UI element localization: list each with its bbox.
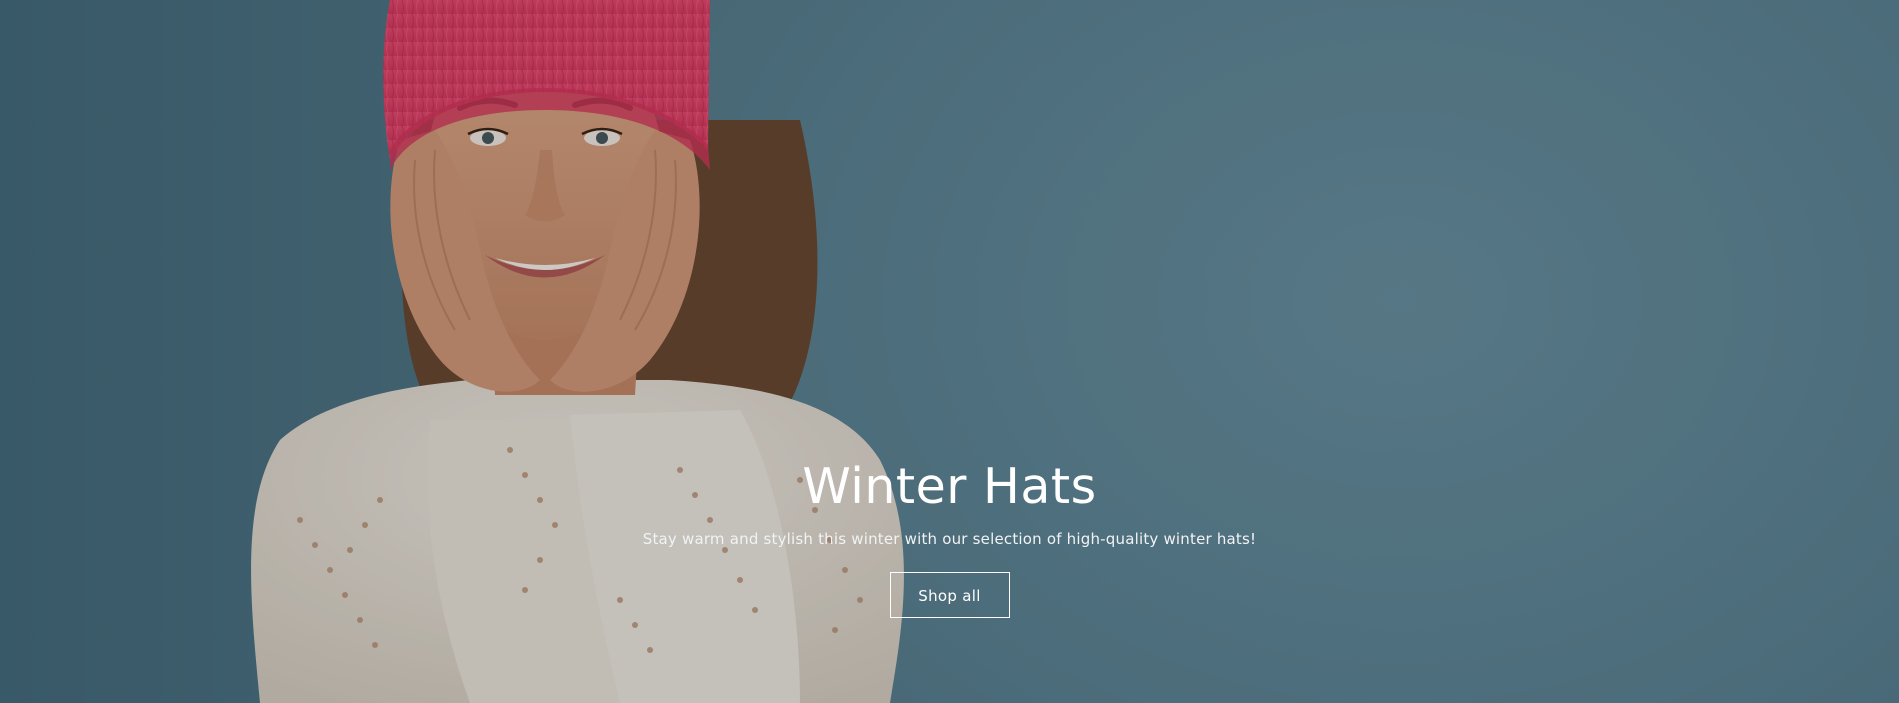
hero-subtitle: Stay warm and stylish this winter with o… bbox=[642, 530, 1257, 548]
hero-banner: Winter Hats Stay warm and stylish this w… bbox=[0, 0, 1899, 703]
hero-title: Winter Hats bbox=[802, 458, 1097, 515]
shop-all-button[interactable]: Shop all bbox=[889, 572, 1010, 618]
hero-content: Winter Hats Stay warm and stylish this w… bbox=[0, 455, 1899, 618]
